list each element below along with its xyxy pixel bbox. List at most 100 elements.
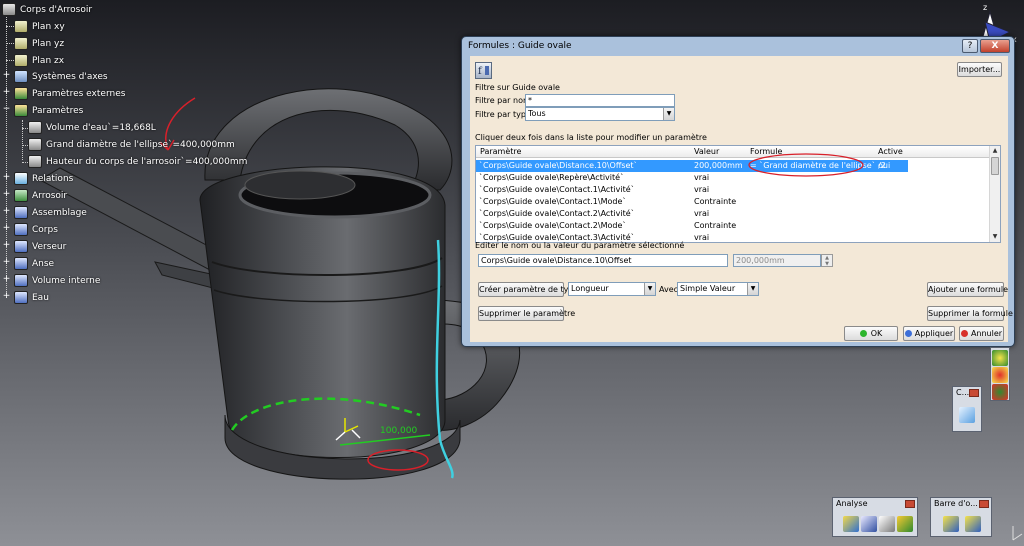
- cell-active: oui: [878, 161, 891, 170]
- apply-button[interactable]: Appliquer: [903, 326, 955, 341]
- scroll-thumb[interactable]: [991, 157, 999, 175]
- table-scrollbar[interactable]: ▲ ▼: [989, 146, 1000, 242]
- dimension-label[interactable]: 100,000: [380, 426, 417, 436]
- expand-toggle[interactable]: +: [2, 173, 11, 182]
- close-icon[interactable]: [979, 500, 989, 508]
- add-formula-button[interactable]: Ajouter une formule: [927, 282, 1008, 297]
- formula-icon[interactable]: f: [475, 62, 492, 79]
- column-header-active[interactable]: Active: [878, 147, 903, 156]
- tool-icon[interactable]: [965, 516, 981, 532]
- help-button[interactable]: ?: [962, 39, 978, 53]
- expand-toggle[interactable]: +: [2, 71, 11, 80]
- cell-parameter: `Corps\Guide ovale\Distance.10\Offset`: [479, 161, 638, 170]
- eraser-icon[interactable]: [959, 407, 975, 423]
- expand-toggle[interactable]: +: [2, 88, 11, 97]
- tree-item-corps[interactable]: Corps: [14, 221, 58, 238]
- tree-item-volume-eau[interactable]: Volume d'eau`=18,668L: [28, 119, 156, 136]
- tree-item-external-params[interactable]: Paramètres externes: [14, 85, 125, 102]
- tree-item-verseur[interactable]: Verseur: [14, 238, 66, 255]
- create-parameter-button[interactable]: Créer paramètre de type: [478, 282, 578, 297]
- filter-type-select[interactable]: Tous ▼: [525, 107, 675, 121]
- tree-item-plan-yz[interactable]: Plan yz: [14, 35, 64, 52]
- tool-icon[interactable]: [943, 516, 959, 532]
- import-button[interactable]: Importer...: [957, 62, 1002, 77]
- tree-item-hauteur-corps[interactable]: Hauteur du corps de l'arrosoir`=400,000m…: [28, 153, 247, 170]
- ok-icon: [859, 330, 867, 337]
- expand-toggle[interactable]: +: [2, 258, 11, 267]
- barre-toolbar-title: Barre d'o...: [934, 499, 978, 508]
- tree-item-relations[interactable]: Relations: [14, 170, 73, 187]
- delete-parameter-button[interactable]: Supprimer le paramètre: [478, 306, 575, 321]
- expand-toggle[interactable]: +: [2, 207, 11, 216]
- tree-connector: [6, 43, 14, 44]
- tree-item-plan-xy[interactable]: Plan xy: [14, 18, 65, 35]
- geometric-set-icon: [14, 240, 28, 253]
- dialog-client: f Importer... Filtre sur Guide ovale Fil…: [470, 56, 1013, 342]
- body-icon: [14, 189, 28, 202]
- parameters-table[interactable]: Paramètre Valeur Formule Active `Corps\G…: [475, 145, 1001, 243]
- c-toolbar: C...: [952, 386, 982, 432]
- tree-item-arrosoir[interactable]: Arrosoir: [14, 187, 67, 204]
- axis-triad-icon: [1012, 526, 1023, 541]
- tool-icon[interactable]: [992, 350, 1008, 366]
- cell-value: 200,000mm: [694, 161, 743, 170]
- tree-connector: [22, 120, 23, 160]
- analysis-tool-icon[interactable]: [879, 516, 895, 532]
- filter-name-input[interactable]: *: [525, 94, 675, 107]
- tool-icon[interactable]: [992, 384, 1008, 400]
- svg-text:f: f: [478, 66, 483, 77]
- tree-item-grand-diametre[interactable]: Grand diamètre de l'ellipse`=400,000mm: [28, 136, 235, 153]
- tree-item-eau[interactable]: Eau: [14, 289, 49, 306]
- cancel-label: Annuler: [970, 329, 1003, 338]
- expand-toggle[interactable]: +: [2, 292, 11, 301]
- parameter-value-icon: [28, 138, 42, 151]
- expand-toggle[interactable]: +: [2, 275, 11, 284]
- collapse-toggle[interactable]: −: [2, 105, 11, 114]
- column-header-valeur[interactable]: Valeur: [694, 147, 719, 156]
- tree-item-anse[interactable]: Anse: [14, 255, 54, 272]
- close-button[interactable]: X: [980, 39, 1010, 53]
- ok-button[interactable]: OK: [844, 326, 898, 341]
- analysis-tool-icon[interactable]: [897, 516, 913, 532]
- parameter-type-select[interactable]: Longueur ▼: [568, 282, 656, 296]
- delete-formula-button[interactable]: Supprimer la formule: [927, 306, 1013, 321]
- table-row[interactable]: `Corps\Guide ovale\Contact.1\Activité` v…: [476, 184, 908, 196]
- close-icon[interactable]: [969, 389, 979, 397]
- table-row[interactable]: `Corps\Guide ovale\Contact.2\Activité` v…: [476, 208, 908, 220]
- value-mode-select[interactable]: Simple Valeur ▼: [677, 282, 759, 296]
- value-mode-value: Simple Valeur: [680, 284, 736, 293]
- analysis-tool-icon[interactable]: [843, 516, 859, 532]
- edit-name-input[interactable]: Corps\Guide ovale\Distance.10\Offset: [478, 254, 728, 267]
- table-row[interactable]: `Corps\Guide ovale\Contact.2\Mode` Contr…: [476, 220, 908, 232]
- external-parameters-icon: [14, 87, 28, 100]
- expand-toggle[interactable]: +: [2, 241, 11, 250]
- cancel-button[interactable]: Annuler: [959, 326, 1004, 341]
- chevron-down-icon: ▼: [747, 283, 758, 295]
- analysis-tool-icon[interactable]: [861, 516, 877, 532]
- part-icon: [2, 3, 16, 16]
- close-icon[interactable]: [905, 500, 915, 508]
- formula-annotation-ellipse: [748, 153, 864, 177]
- tool-icon[interactable]: [992, 367, 1008, 383]
- cell-parameter: `Corps\Guide ovale\Contact.1\Activité`: [479, 185, 635, 194]
- table-row[interactable]: `Corps\Guide ovale\Contact.1\Mode` Contr…: [476, 196, 908, 208]
- analyse-toolbar: Analyse: [832, 497, 918, 537]
- column-header-parametre[interactable]: Paramètre: [480, 147, 521, 156]
- tree-item-axis-systems[interactable]: Systèmes d'axes: [14, 68, 108, 85]
- cell-parameter: `Corps\Guide ovale\Contact.2\Mode`: [479, 221, 627, 230]
- parameter-type-value: Longueur: [571, 284, 609, 293]
- tree-root[interactable]: Corps d'Arrosoir: [2, 1, 92, 18]
- expand-toggle[interactable]: +: [2, 224, 11, 233]
- tree-item-volume-interne[interactable]: Volume interne: [14, 272, 100, 289]
- scroll-down-icon[interactable]: ▼: [990, 232, 1000, 242]
- cell-value: Contrainte: [694, 197, 737, 206]
- tree-item-parameters[interactable]: Paramètres: [14, 102, 83, 119]
- dialog-titlebar[interactable]: Formules : Guide ovale ? X: [462, 37, 1014, 56]
- expand-toggle[interactable]: +: [2, 190, 11, 199]
- cell-value: vrai: [694, 185, 710, 194]
- value-spinner[interactable]: ▲ ▼: [821, 254, 833, 267]
- scroll-up-icon[interactable]: ▲: [990, 146, 1000, 156]
- tree-item-assemblage[interactable]: Assemblage: [14, 204, 87, 221]
- table-header: Paramètre Valeur Formule Active: [476, 146, 1000, 158]
- tree-item-plan-zx[interactable]: Plan zx: [14, 52, 64, 69]
